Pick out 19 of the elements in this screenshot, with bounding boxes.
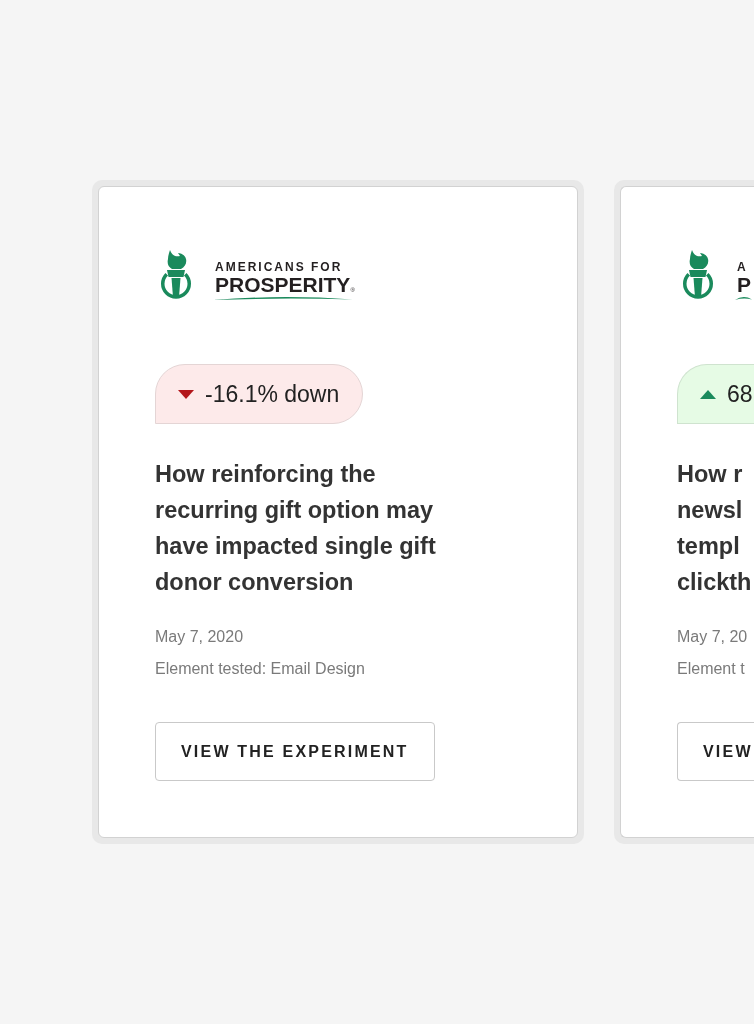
element-tested-text: Element t xyxy=(677,659,746,679)
torch-logo-icon xyxy=(159,250,193,302)
view-experiment-button[interactable]: VIEW xyxy=(677,722,754,781)
trend-text: -16.1% down xyxy=(205,380,340,408)
swoosh-icon xyxy=(735,296,752,300)
logo-text: AMERICANS FOR xyxy=(215,261,344,273)
element-tested-text: Element tested: Email Design xyxy=(155,659,365,679)
card-title: How r newsl templ clickth xyxy=(677,460,753,597)
trend-text: 68 xyxy=(727,380,753,408)
card-title: How reinforcing the recurring gift option may have impacted single gift donor conversion xyxy=(155,460,436,597)
logo-text: A xyxy=(737,261,749,273)
logo-text: PROSPERITY xyxy=(215,275,351,295)
date-text: May 7, 20 xyxy=(677,627,749,647)
down-triangle-icon xyxy=(178,389,194,399)
logo-text: P xyxy=(737,275,751,295)
date-text: May 7, 2020 xyxy=(155,627,244,647)
view-experiment-button[interactable]: VIEW THE EXPERIMENT xyxy=(155,722,435,781)
torch-logo-icon xyxy=(681,250,715,302)
up-triangle-icon xyxy=(700,389,716,399)
